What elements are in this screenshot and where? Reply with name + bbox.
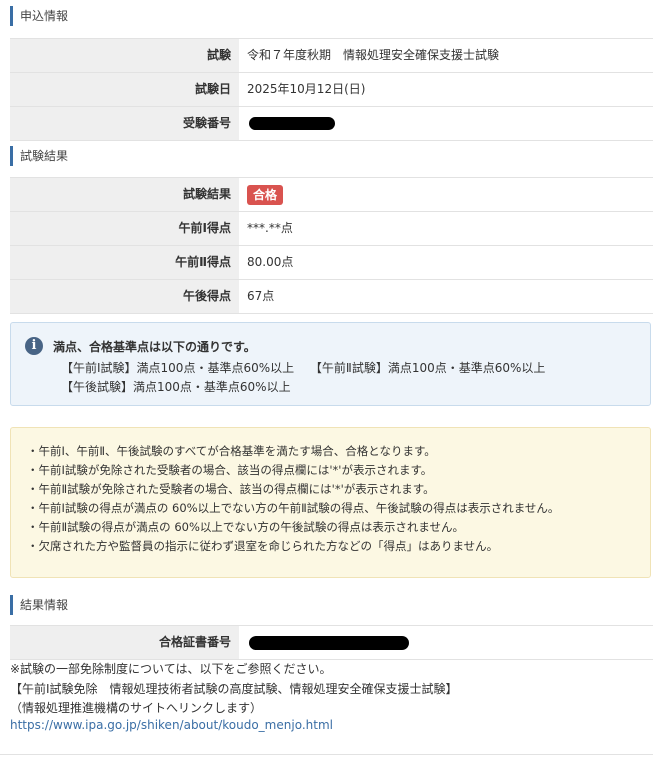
exemption-link-wrapper: https://www.ipa.go.jp/shiken/about/koudo… (10, 718, 333, 732)
examinee-number-value (239, 107, 653, 140)
table-row: 試験結果 合格 (10, 177, 653, 212)
note-item: ・午前Ⅰ試験が免除された受験者の場合、該当の得点欄には'*'が表示されます。 (27, 463, 433, 477)
notes-box: ・午前Ⅰ、午前Ⅱ、午後試験のすべてが合格基準を満たす場合、合格となります。 ・午… (10, 427, 651, 578)
info-box: i 満点、合格基準点は以下の通りです。 【午前Ⅰ試験】満点100点・基準点60%… (10, 322, 651, 406)
row-label: 受験番号 (10, 107, 239, 140)
info-icon: i (25, 337, 43, 355)
info-line: 【午後試験】満点100点・基準点60%以上 (61, 380, 291, 394)
am2-score-value: 80.00点 (239, 246, 653, 279)
table-row: 午前Ⅰ得点 ***.**点 (10, 212, 653, 246)
note-item: ・午前Ⅰ試験の得点が満点の 60%以上でない方の午前Ⅱ試験の得点、午後試験の得点… (27, 501, 560, 515)
info-line: 【午前Ⅰ試験】満点100点・基準点60%以上 【午前Ⅱ試験】満点100点・基準点… (61, 361, 546, 375)
table-row: 午前Ⅱ得点 80.00点 (10, 246, 653, 280)
row-label: 試験 (10, 39, 239, 72)
result-value: 合格 (239, 178, 653, 211)
pass-badge: 合格 (247, 184, 284, 205)
row-label: 合格証書番号 (10, 626, 239, 659)
note-item: ・欠席された方や監督員の指示に従わず退室を命じられた方などの「得点」はありません… (27, 539, 499, 553)
table-row: 午後得点 67点 (10, 280, 653, 314)
row-label: 試験結果 (10, 178, 239, 211)
exam-date-value: 2025年10月12日(日) (239, 73, 653, 106)
redaction-mark (249, 117, 335, 130)
pm-score-value: 67点 (239, 280, 653, 313)
divider (0, 754, 653, 755)
table-row: 合格証書番号 (10, 625, 653, 660)
note-item: ・午前Ⅰ、午前Ⅱ、午後試験のすべてが合格基準を満たす場合、合格となります。 (27, 444, 436, 458)
exemption-heading: 【午前Ⅰ試験免除 情報処理技術者試験の高度試験、情報処理安全確保支援士試験】 (10, 682, 458, 696)
table-row: 試験 令和７年度秋期 情報処理安全確保支援士試験 (10, 38, 653, 73)
section-title-application: 申込情報 (10, 6, 653, 26)
row-label: 午後得点 (10, 280, 239, 313)
row-label: 午前Ⅱ得点 (10, 246, 239, 279)
exemption-note: ※試験の一部免除制度については、以下をご参照ください。 (10, 662, 332, 676)
note-item: ・午前Ⅱ試験の得点が満点の 60%以上でない方の午後試験の得点は表示されません。 (27, 520, 465, 534)
exam-name-value: 令和７年度秋期 情報処理安全確保支援士試験 (239, 39, 653, 72)
row-label: 試験日 (10, 73, 239, 106)
info-title: 満点、合格基準点は以下の通りです。 (53, 340, 256, 354)
am1-score-value: ***.**点 (239, 212, 653, 245)
external-link-note: （情報処理推進機構のサイトへリンクします） (10, 701, 263, 715)
exemption-link[interactable]: https://www.ipa.go.jp/shiken/about/koudo… (10, 718, 333, 732)
results-table: 試験結果 合格 午前Ⅰ得点 ***.**点 午前Ⅱ得点 80.00点 午後得点 … (10, 177, 653, 314)
certificate-number-value (239, 626, 653, 659)
row-label: 午前Ⅰ得点 (10, 212, 239, 245)
result-info-table: 合格証書番号 (10, 625, 653, 660)
application-table: 試験 令和７年度秋期 情報処理安全確保支援士試験 試験日 2025年10月12日… (10, 38, 653, 141)
redaction-mark (249, 635, 409, 650)
table-row: 受験番号 (10, 107, 653, 141)
section-title-results: 試験結果 (10, 146, 653, 166)
section-title-result-info: 結果情報 (10, 595, 653, 615)
note-item: ・午前Ⅱ試験が免除された受験者の場合、該当の得点欄には'*'が表示されます。 (27, 482, 435, 496)
table-row: 試験日 2025年10月12日(日) (10, 73, 653, 107)
